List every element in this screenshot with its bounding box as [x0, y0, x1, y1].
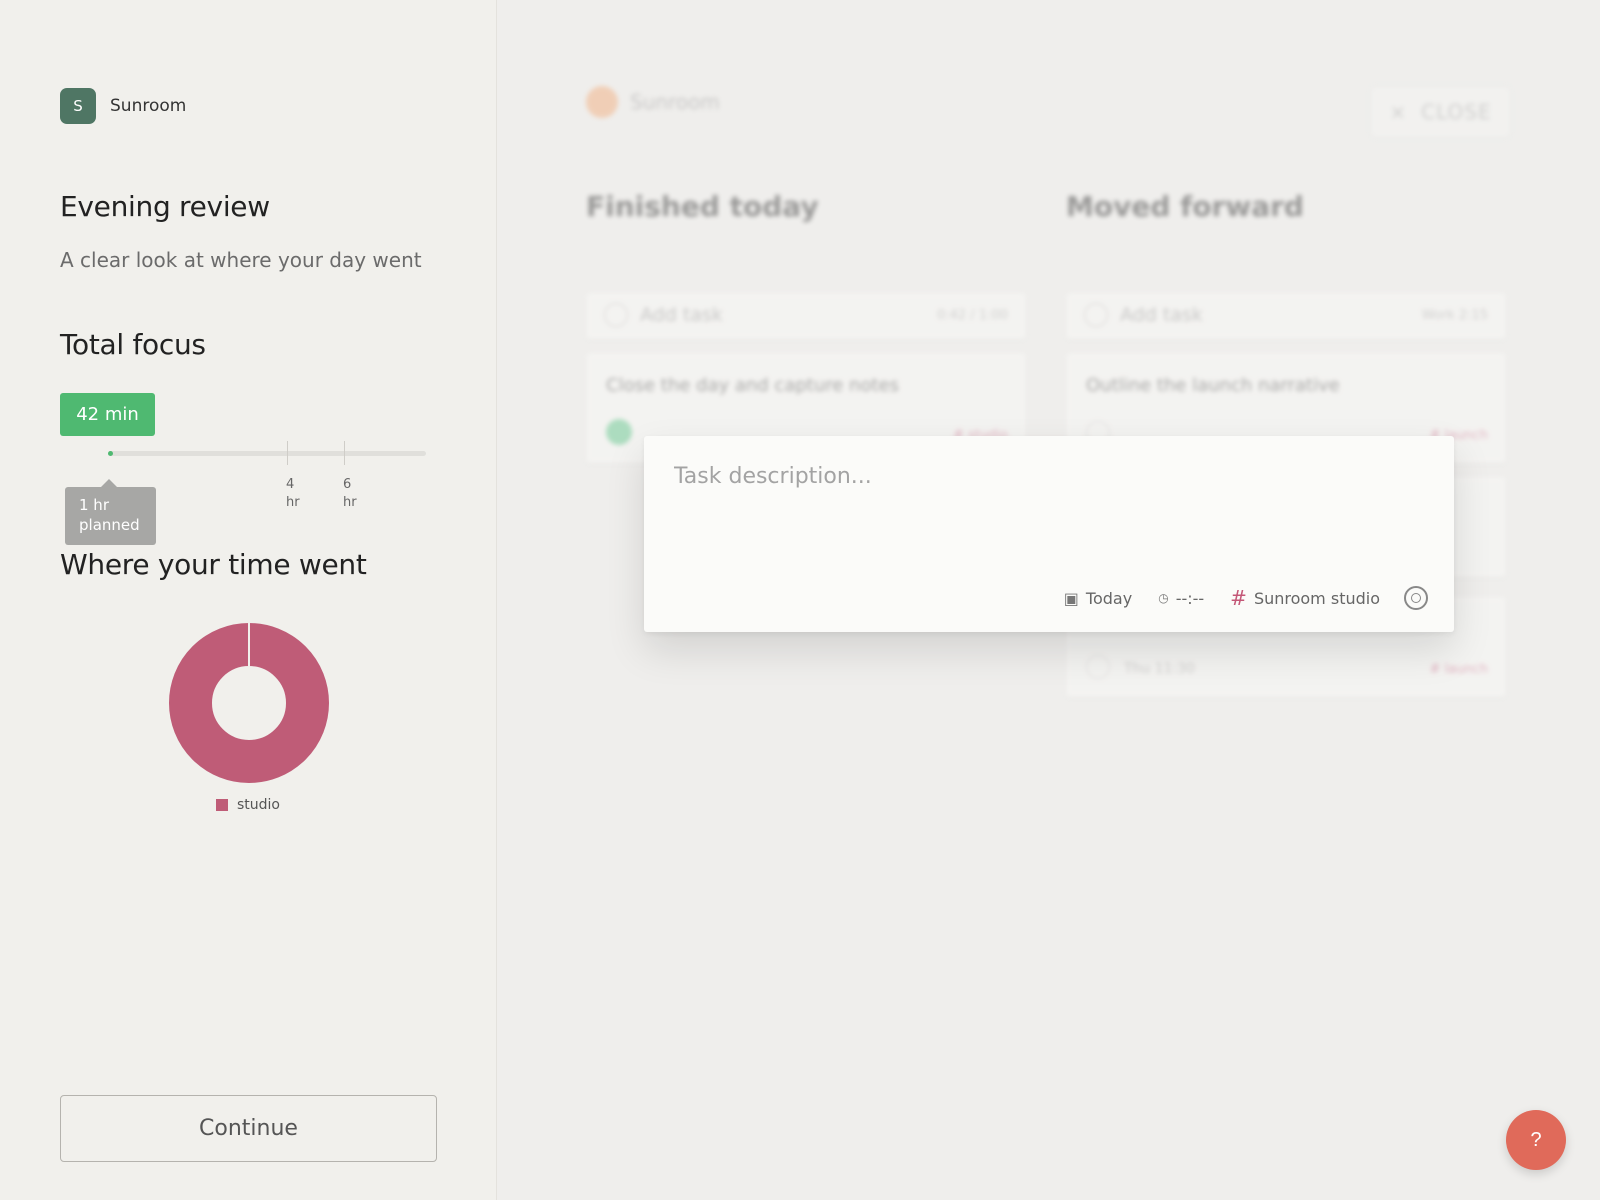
check-done-icon[interactable] — [606, 419, 632, 445]
time-picker[interactable]: ◷ --:-- — [1158, 589, 1204, 608]
legend-swatch — [216, 799, 228, 811]
add-task-label: Add task — [640, 304, 723, 326]
page-title: Evening review — [60, 190, 270, 223]
focus-progress-track — [108, 451, 426, 456]
date-picker[interactable]: ▣ Today — [1064, 589, 1132, 608]
tick-label-6hr: 6 hr — [343, 477, 357, 510]
tick-6hr — [344, 441, 345, 465]
help-button[interactable]: ? — [1506, 1110, 1566, 1170]
hash-icon: # — [1230, 586, 1247, 610]
target-icon[interactable] — [1404, 586, 1428, 610]
task-title: Close the day and capture notes — [606, 375, 899, 396]
planned-value: 1 hr — [79, 496, 109, 514]
check-open-icon[interactable] — [1086, 655, 1110, 679]
tick-label-4hr: 4 hr — [286, 477, 300, 510]
time-donut-chart — [168, 622, 330, 784]
clock-icon: ◷ — [1158, 591, 1169, 605]
workspace-avatar: S — [60, 88, 96, 124]
column-time-meta: 0:42 / 1:00 — [936, 307, 1008, 323]
task-tag: # launch — [1429, 662, 1488, 677]
review-sidebar: S Sunroom Evening review A clear look at… — [0, 0, 497, 1200]
legend-label: studio — [237, 797, 280, 813]
close-label: CLOSE — [1421, 100, 1492, 124]
column-title-moved: Moved forward — [1066, 190, 1304, 223]
tick-4hr — [287, 441, 288, 465]
add-circle-icon — [1084, 303, 1108, 327]
board-logo: Sunroom — [586, 86, 720, 118]
task-entry-modal: ▣ Today ◷ --:-- # Sunroom studio — [644, 436, 1454, 632]
task-title: Outline the launch narrative — [1086, 375, 1340, 396]
project-picker[interactable]: # Sunroom studio — [1230, 586, 1380, 610]
planned-tooltip: 1 hr planned — [65, 479, 156, 545]
continue-button[interactable]: Continue — [60, 1095, 437, 1162]
column-title-finished: Finished today — [586, 190, 819, 223]
close-icon: × — [1389, 100, 1408, 124]
focus-progress-fill — [108, 451, 113, 456]
donut-svg — [169, 623, 329, 783]
add-task-row-finished[interactable]: Add task 0:42 / 1:00 — [586, 293, 1026, 339]
chart-legend: studio — [216, 797, 280, 813]
time-breakdown-heading: Where your time went — [60, 548, 367, 581]
task-options-bar: ▣ Today ◷ --:-- # Sunroom studio — [1038, 586, 1428, 610]
calendar-icon: ▣ — [1063, 588, 1079, 608]
brand: S Sunroom — [60, 88, 186, 124]
add-task-label: Add task — [1120, 304, 1203, 326]
task-due-meta: Thu 11:30 — [1124, 661, 1196, 677]
workspace-name: Sunroom — [110, 96, 187, 116]
task-description-input[interactable] — [674, 464, 1414, 489]
column-time-meta: Work 2:15 — [1421, 307, 1488, 323]
date-label: Today — [1085, 588, 1133, 608]
add-circle-icon — [604, 303, 628, 327]
sun-logo-icon — [586, 86, 618, 118]
page-subtitle: A clear look at where your day went — [60, 248, 422, 272]
total-focus-badge: 42 min — [60, 393, 155, 436]
close-button[interactable]: × CLOSE — [1370, 86, 1511, 138]
planned-label: planned — [79, 516, 140, 534]
board-logo-name: Sunroom — [630, 90, 720, 114]
project-label: Sunroom studio — [1253, 588, 1380, 608]
total-focus-heading: Total focus — [60, 328, 206, 361]
add-task-row-moved[interactable]: Add task Work 2:15 — [1066, 293, 1506, 339]
time-label: --:-- — [1175, 588, 1205, 608]
